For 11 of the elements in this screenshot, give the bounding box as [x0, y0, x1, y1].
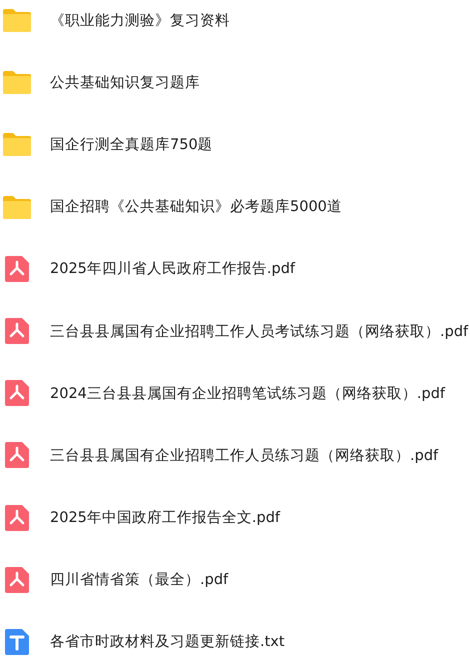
file-name[interactable]: 2025年中国政府工作报告全文.pdf [50, 508, 280, 528]
file-name[interactable]: 国企行测全真题库750题 [50, 134, 213, 154]
file-name[interactable]: 2025年四川省人民政府工作报告.pdf [50, 259, 296, 278]
file-name[interactable]: 三台县县属国有企业招聘工作人员练习题（网络获取）.pdf [50, 446, 438, 465]
file-name[interactable]: 公共基础知识复习题库 [50, 72, 200, 92]
file-name[interactable]: 国企招聘《公共基础知识》必考题库5000道 [50, 197, 342, 216]
file-name[interactable]: 《职业能力测验》复习资料 [50, 10, 230, 30]
file-name[interactable]: 2024三台县县属国有企业招聘笔试练习题（网络获取）.pdf [50, 384, 446, 403]
file-name[interactable]: 三台县县属国有企业招聘工作人员考试练习题（网络获取）.pdf [50, 322, 468, 341]
file-name[interactable]: 各省市时政材料及习题更新链接.txt [50, 632, 285, 652]
file-name[interactable]: 四川省情省策（最全）.pdf [50, 570, 228, 590]
